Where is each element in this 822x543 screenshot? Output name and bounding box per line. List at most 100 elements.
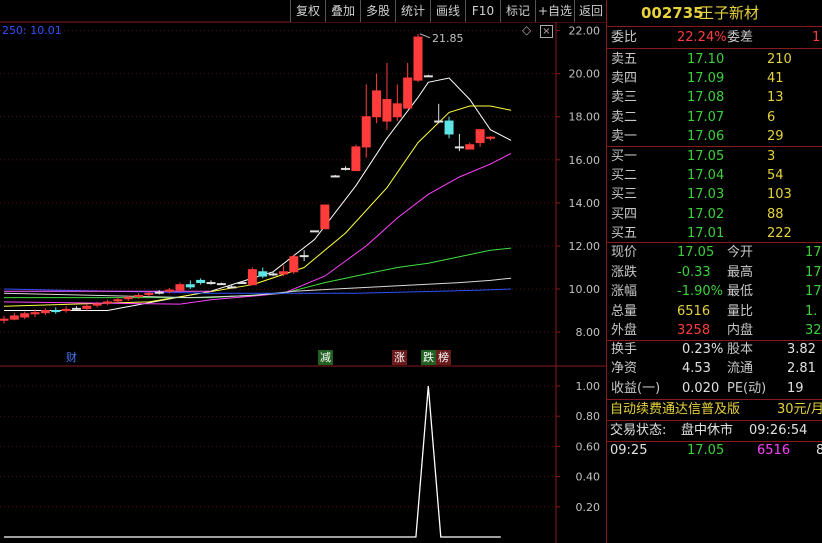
candle-body bbox=[310, 230, 319, 233]
bid-level-label: 买一 bbox=[611, 149, 638, 164]
ask-price: 17.09 bbox=[687, 71, 725, 87]
event-tag-label: 减 bbox=[320, 351, 331, 364]
ad-row[interactable]: 自动续费通达信普及版 30元/月 bbox=[607, 400, 822, 420]
candle-body bbox=[154, 291, 164, 294]
candle-body bbox=[113, 299, 123, 302]
y-tick-label: 12.00 bbox=[569, 240, 601, 253]
candle-body bbox=[361, 116, 371, 148]
stat-label: 今开 bbox=[727, 245, 754, 260]
event-tag-label: 涨 bbox=[394, 351, 405, 364]
ask-volume: 41 bbox=[767, 71, 784, 87]
stock-title: 002735 王子新材 bbox=[607, 3, 822, 25]
quote-panel: 002735 王子新材 委比 22.24% 委差 1 卖五 17.10 210 卖四 1… bbox=[606, 0, 822, 543]
candle-body bbox=[392, 103, 402, 118]
toolbar-button-back[interactable]: 返回 bbox=[574, 0, 607, 22]
bid-level-label: 买四 bbox=[611, 206, 638, 222]
candle-body bbox=[40, 310, 50, 314]
event-tag-die[interactable]: 跌 bbox=[421, 350, 436, 365]
candle-body bbox=[103, 301, 112, 304]
stat-value: 3258 bbox=[677, 323, 711, 339]
ask-volume: 6 bbox=[767, 109, 776, 125]
ask-price: 17.06 bbox=[687, 128, 725, 144]
bid-price: 17.04 bbox=[687, 168, 725, 184]
candle-body bbox=[165, 289, 175, 292]
event-tag-cai[interactable]: 财 bbox=[64, 350, 79, 365]
event-tag-bang[interactable]: 榜 bbox=[436, 350, 451, 365]
candle-body bbox=[454, 146, 464, 149]
stat-label: 内盘 bbox=[727, 323, 754, 339]
candle-body bbox=[61, 308, 71, 312]
close-icon[interactable]: × bbox=[540, 25, 553, 38]
event-tag-zhang[interactable]: 涨 bbox=[392, 350, 407, 365]
y-tick-label: 0.60 bbox=[576, 440, 601, 453]
toolbar-button-f10[interactable]: F10 bbox=[465, 0, 500, 22]
y-tick-label: 0.80 bbox=[576, 410, 601, 423]
candle-body bbox=[434, 120, 444, 123]
candle-body bbox=[134, 294, 144, 298]
stat-value: 17. bbox=[805, 284, 822, 300]
moving-average-line bbox=[3, 152, 512, 305]
candle-body bbox=[247, 269, 257, 286]
toolbar-button-huaxian[interactable]: 画线 bbox=[430, 0, 465, 22]
fundamental-row: 换手 0.23% 股本 3.82 bbox=[607, 340, 822, 360]
moving-average-line bbox=[3, 277, 512, 299]
max-price-label: 21.85 bbox=[432, 32, 464, 45]
candle-body bbox=[123, 297, 133, 300]
tick-price: 17.05 bbox=[687, 443, 725, 458]
candle-body bbox=[289, 256, 299, 273]
fundamental-label: PE(动) bbox=[727, 380, 767, 396]
stat-label: 总量 bbox=[611, 303, 638, 319]
stat-label: 涨跌 bbox=[611, 264, 638, 280]
candle-body bbox=[475, 129, 485, 144]
bid-price: 17.01 bbox=[687, 225, 725, 241]
trade-status-row: 交易状态: 盘中休市 09:26:54 bbox=[607, 421, 822, 441]
tick-volume: 6516 bbox=[757, 443, 791, 458]
toolbar-button-biaoji[interactable]: 标记 bbox=[500, 0, 535, 22]
event-tag-label: 跌 bbox=[423, 351, 434, 364]
candle-body bbox=[444, 120, 454, 135]
ask-price: 17.08 bbox=[687, 90, 725, 106]
y-tick-label: 20.00 bbox=[569, 68, 601, 81]
diamond-icon[interactable]: ◇ bbox=[522, 23, 531, 37]
kline-chart[interactable]: 22.00 20.00 18.00 16.00 14.00 12.00 10.00 8.00 2… bbox=[0, 0, 606, 543]
candle-body bbox=[485, 136, 495, 139]
toolbar-button-fuquan[interactable]: 复权 bbox=[290, 0, 325, 22]
ask-volume: 13 bbox=[767, 90, 784, 106]
toolbar-button-tongji[interactable]: 统计 bbox=[395, 0, 430, 22]
trade-status-label: 交易状态: bbox=[610, 423, 667, 438]
fundamental-value: 4.53 bbox=[682, 361, 711, 377]
candle-body bbox=[196, 279, 206, 284]
tick-row: 09:25 17.05 6516 8 bbox=[607, 441, 822, 461]
ask-row: 卖一 17.06 29 bbox=[607, 127, 822, 147]
toolbar-button-diejia[interactable]: 叠加 bbox=[325, 0, 360, 22]
ad-price[interactable]: 30元/月 bbox=[777, 400, 822, 420]
ask-row: 卖三 17.08 13 bbox=[607, 88, 822, 108]
bid-level-label: 买五 bbox=[611, 225, 638, 241]
candle-body bbox=[216, 283, 226, 286]
candle-body bbox=[51, 310, 61, 313]
bid-volume: 88 bbox=[767, 206, 784, 222]
ask-row: 卖五 17.10 210 bbox=[607, 50, 822, 70]
toolbar-button-add-watchlist[interactable]: +自选 bbox=[535, 0, 574, 22]
candle-body bbox=[185, 284, 195, 288]
candle-body bbox=[278, 271, 288, 275]
event-tag-jian[interactable]: 减 bbox=[318, 350, 333, 365]
y-tick-label: 0.20 bbox=[576, 501, 601, 514]
candle-body bbox=[268, 273, 278, 276]
candle-body bbox=[341, 167, 351, 170]
moving-average-line bbox=[4, 77, 512, 311]
stat-label: 外盘 bbox=[611, 323, 638, 339]
fundamental-value: 19 bbox=[787, 380, 804, 396]
trade-status-value: 盘中休市 bbox=[681, 423, 734, 438]
trade-time: 09:26:54 bbox=[749, 423, 808, 438]
ad-text[interactable]: 自动续费通达信普及版 bbox=[610, 400, 740, 420]
stat-row: 涨幅 -1.90%最低 17. bbox=[607, 282, 822, 302]
stat-value: 17. bbox=[805, 245, 822, 260]
fundamental-value: 2.81 bbox=[787, 361, 816, 377]
stat-label: 最低 bbox=[727, 284, 754, 300]
fundamental-value: 0.020 bbox=[682, 380, 720, 396]
stat-value: -1.90% bbox=[677, 284, 723, 300]
signal-line bbox=[4, 385, 501, 538]
toolbar-button-duogu[interactable]: 多股 bbox=[360, 0, 395, 22]
stock-code: 002735 bbox=[641, 4, 704, 22]
